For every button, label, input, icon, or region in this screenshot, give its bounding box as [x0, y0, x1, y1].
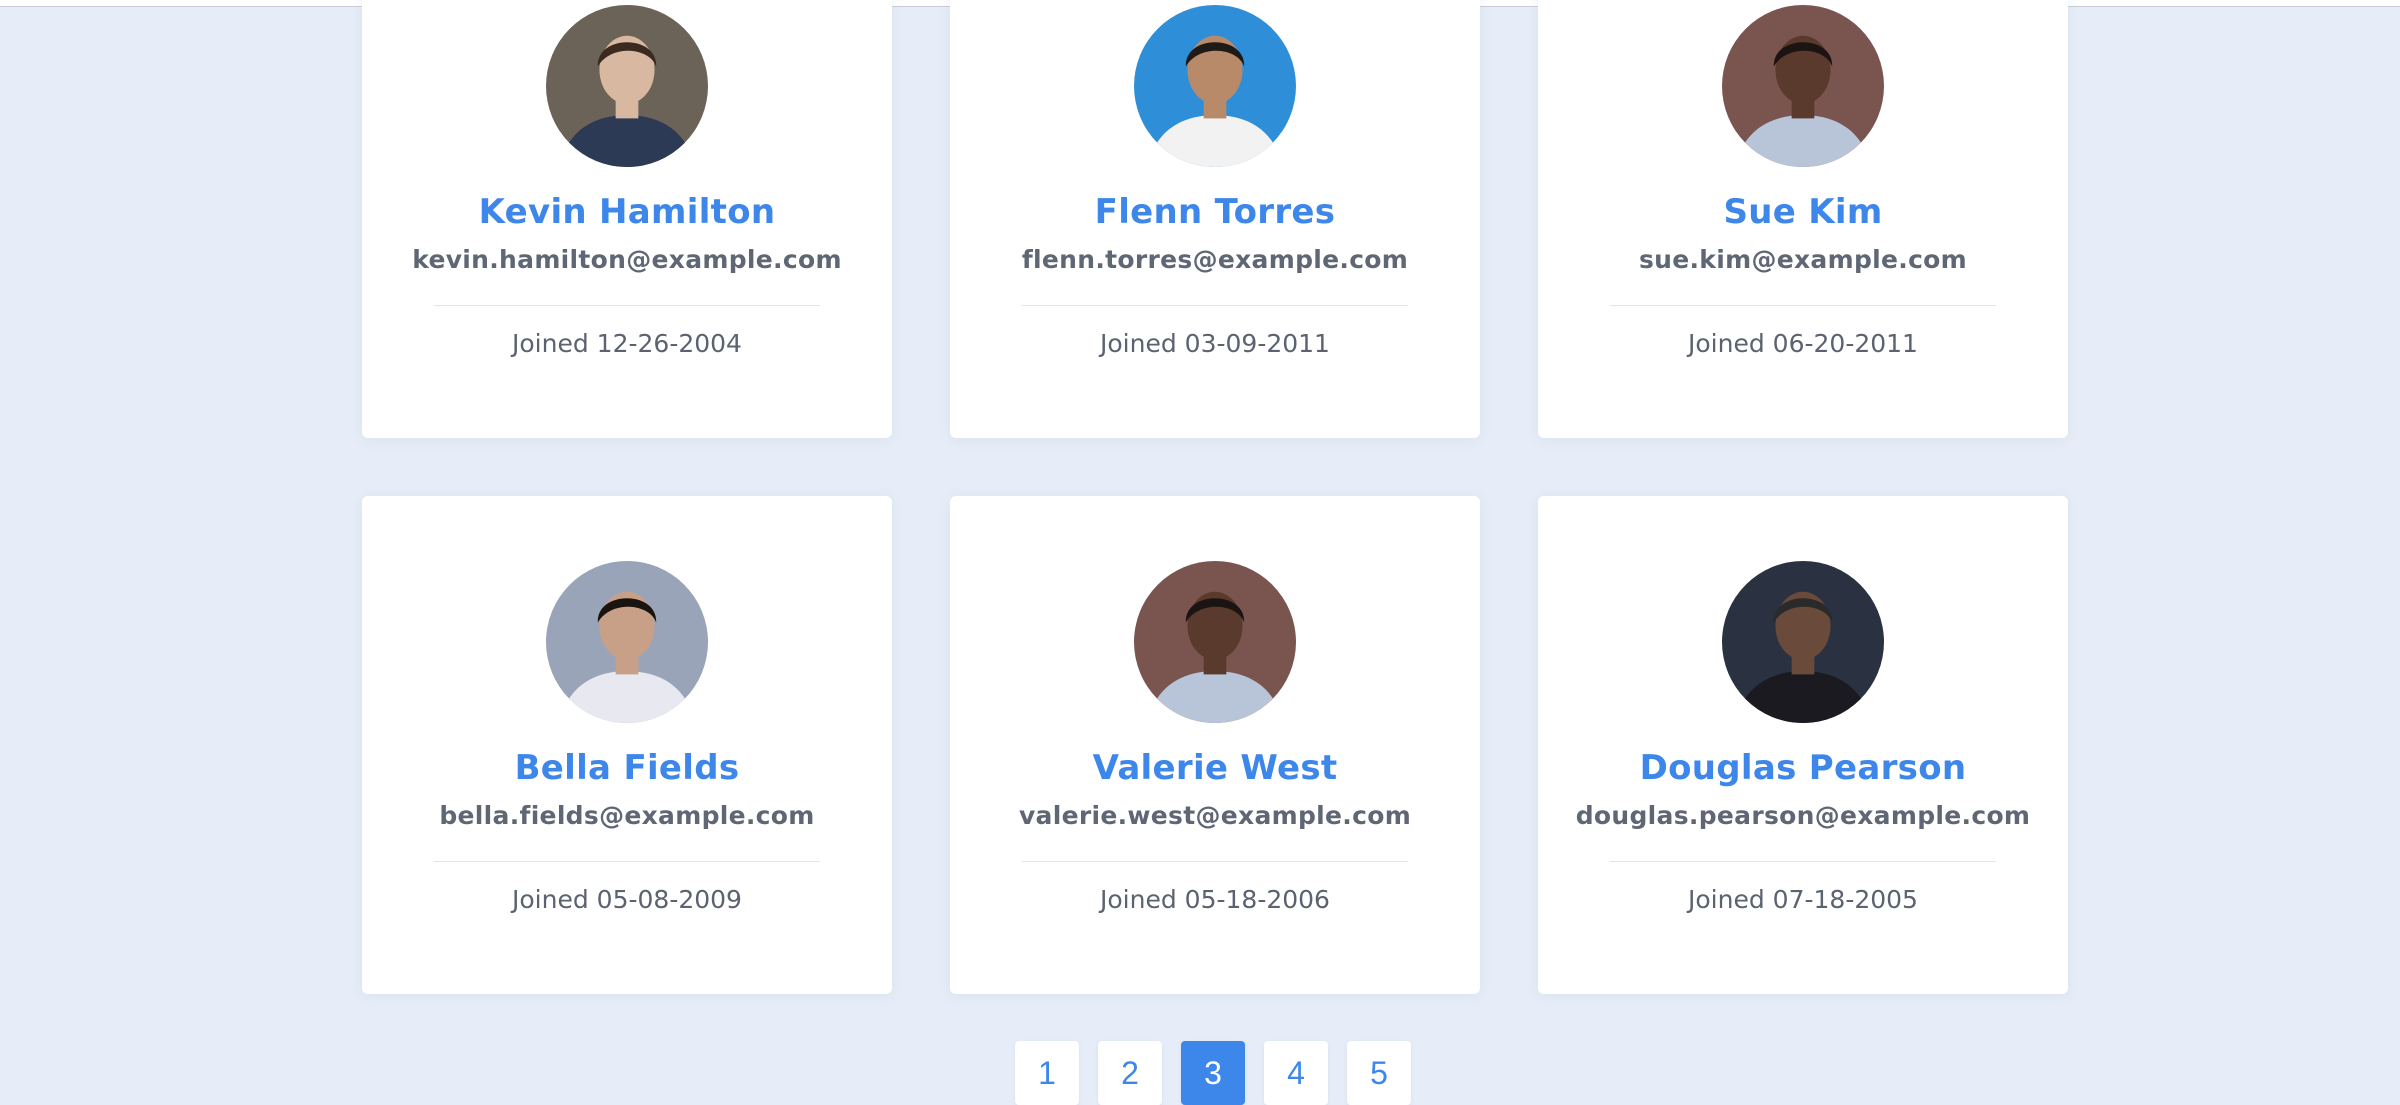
- page-button-5[interactable]: 5: [1347, 1041, 1411, 1105]
- joined-date: Joined 05-18-2006: [1100, 885, 1330, 914]
- avatar: [546, 5, 708, 167]
- avatar: [1134, 561, 1296, 723]
- page-button-4[interactable]: 4: [1264, 1041, 1328, 1105]
- joined-date: Joined 03-09-2011: [1100, 329, 1330, 358]
- user-card: Douglas Pearson douglas.pearson@example.…: [1538, 496, 2068, 994]
- joined-date: Joined 06-20-2011: [1688, 329, 1918, 358]
- user-email: valerie.west@example.com: [1018, 801, 1412, 830]
- divider: [1022, 305, 1408, 306]
- user-name: Flenn Torres: [1094, 192, 1336, 232]
- user-name: Bella Fields: [514, 748, 740, 788]
- user-email: bella.fields@example.com: [439, 801, 815, 830]
- divider: [434, 861, 820, 862]
- user-name: Valerie West: [1092, 748, 1338, 788]
- joined-date: Joined 05-08-2009: [512, 885, 742, 914]
- avatar: [1722, 5, 1884, 167]
- user-card: Bella Fields bella.fields@example.com Jo…: [362, 496, 892, 994]
- joined-date: Joined 07-18-2005: [1688, 885, 1918, 914]
- user-card: Kevin Hamilton kevin.hamilton@example.co…: [362, 0, 892, 438]
- user-email: flenn.torres@example.com: [1021, 245, 1409, 274]
- user-email: sue.kim@example.com: [1638, 245, 1968, 274]
- page-button-3[interactable]: 3: [1181, 1041, 1245, 1105]
- divider: [1610, 861, 1996, 862]
- user-name: Douglas Pearson: [1639, 748, 1967, 788]
- user-grid: Kevin Hamilton kevin.hamilton@example.co…: [362, 0, 2068, 994]
- user-name: Kevin Hamilton: [478, 192, 776, 232]
- page-button-1[interactable]: 1: [1015, 1041, 1079, 1105]
- user-card: Flenn Torres flenn.torres@example.com Jo…: [950, 0, 1480, 438]
- user-card: Valerie West valerie.west@example.com Jo…: [950, 496, 1480, 994]
- avatar: [546, 561, 708, 723]
- divider: [1610, 305, 1996, 306]
- divider: [1022, 861, 1408, 862]
- divider: [434, 305, 820, 306]
- user-card: Sue Kim sue.kim@example.com Joined 06-20…: [1538, 0, 2068, 438]
- avatar: [1134, 5, 1296, 167]
- user-email: douglas.pearson@example.com: [1575, 801, 2031, 830]
- pagination: 1 2 3 4 5: [1015, 1041, 1411, 1105]
- page-button-2[interactable]: 2: [1098, 1041, 1162, 1105]
- user-email: kevin.hamilton@example.com: [412, 245, 842, 274]
- user-name: Sue Kim: [1723, 192, 1883, 232]
- avatar: [1722, 561, 1884, 723]
- joined-date: Joined 12-26-2004: [512, 329, 742, 358]
